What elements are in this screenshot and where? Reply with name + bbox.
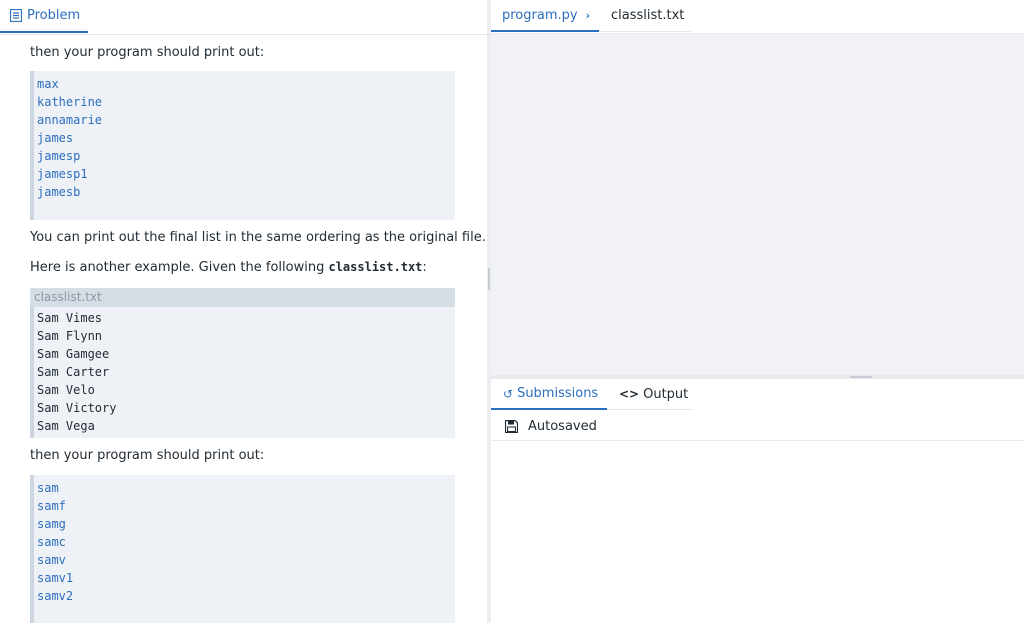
code-line: jamesb: [37, 185, 81, 199]
code-line: Sam Carter: [37, 365, 110, 379]
tab-problem[interactable]: Problem: [0, 0, 88, 33]
ordering-note: You can print out the final list in the …: [30, 230, 486, 245]
code-line: samv: [37, 553, 66, 567]
code-line: Sam Gamgee: [37, 347, 110, 361]
code-line: max: [37, 77, 59, 91]
horizontal-splitter-handle[interactable]: [850, 376, 872, 378]
code-line: Sam Victory: [37, 401, 117, 415]
problem-tabbar: Problem: [0, 0, 487, 35]
code-line: Sam Vimes: [37, 311, 103, 325]
save-icon: [504, 419, 519, 433]
intro-text-2: then your program should print out:: [30, 448, 265, 463]
expected-output-block-2: sam samf samg samc samv samv1 samv2: [30, 475, 455, 623]
problem-pane: Problem then your program should print o…: [0, 0, 487, 623]
example-intro: Here is another example. Given the follo…: [30, 258, 427, 277]
intro-text: then your program should print out:: [30, 45, 265, 60]
tab-program-label: program.py: [502, 7, 578, 23]
tab-output[interactable]: <> Output: [607, 379, 693, 410]
classlist-file-block: Sam Vimes Sam Flynn Sam Gamgee Sam Carter Sa…: [30, 307, 455, 438]
code-line: annamarie: [37, 113, 103, 127]
code-line: Sam Vega: [37, 419, 95, 433]
code-line: samv1: [37, 571, 74, 585]
code-line: samf: [37, 499, 66, 513]
tab-classlist-label: classlist.txt: [611, 8, 685, 23]
example-prefix: Here is another example. Given the follo…: [30, 260, 329, 275]
code-line: sam: [37, 481, 59, 495]
bottom-tabbar: ↺ Submissions <> Output: [491, 379, 1024, 410]
code-line: jamesp: [37, 149, 81, 163]
example-filename: classlist.txt: [328, 260, 423, 274]
code-line: jamesp1: [37, 167, 88, 181]
code-line: Sam Velo: [37, 383, 95, 397]
code-line: Sam Flynn: [37, 329, 103, 343]
tab-submissions-label: Submissions: [517, 386, 599, 401]
document-icon: [9, 8, 23, 23]
tab-output-label: Output: [643, 386, 689, 402]
file-block-header: classlist.txt: [30, 288, 455, 307]
editor-tabbar: program.py › classlist.txt: [491, 0, 1024, 34]
tab-submissions[interactable]: ↺ Submissions: [491, 379, 607, 410]
pane-divider-handle[interactable]: [488, 268, 490, 290]
tab-classlist-txt[interactable]: classlist.txt: [599, 0, 691, 32]
code-brackets-icon: <>: [619, 387, 640, 401]
tab-program-py[interactable]: program.py ›: [491, 0, 599, 32]
code-line: samg: [37, 517, 66, 531]
tab-problem-label: Problem: [27, 8, 81, 23]
code-line: katherine: [37, 95, 103, 109]
autosave-status: Autosaved: [491, 412, 1024, 441]
expected-output-block-1: max katherine annamarie james jamesp jamesp1 j…: [30, 71, 455, 220]
autosaved-label: Autosaved: [528, 418, 597, 434]
example-suffix: :: [422, 260, 427, 275]
code-line: james: [37, 131, 74, 145]
code-editor[interactable]: [491, 34, 1024, 375]
history-icon: ↺: [503, 386, 514, 401]
code-line: samc: [37, 535, 66, 549]
code-line: samv2: [37, 589, 74, 603]
chevron-right-icon: ›: [585, 8, 591, 22]
